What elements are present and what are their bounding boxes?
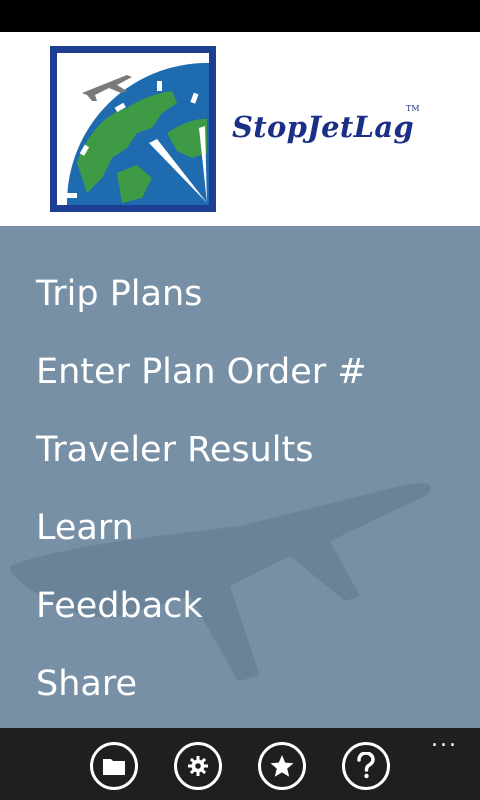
menu-item-learn[interactable]: Learn xyxy=(36,506,134,550)
brand-name: StopJetLag xyxy=(232,110,414,144)
main-menu-panel: Trip Plans Enter Plan Order # Traveler R… xyxy=(0,226,480,728)
folder-button[interactable] xyxy=(90,742,138,790)
settings-button[interactable] xyxy=(174,742,222,790)
status-bar xyxy=(0,0,480,32)
trademark-symbol: TM xyxy=(406,104,420,113)
menu-item-trip-plans[interactable]: Trip Plans xyxy=(36,272,202,316)
folder-icon xyxy=(103,759,125,775)
menu-item-traveler-results[interactable]: Traveler Results xyxy=(36,428,313,472)
star-icon xyxy=(270,755,294,777)
more-options-button[interactable]: ... xyxy=(431,729,458,751)
menu-item-feedback[interactable]: Feedback xyxy=(36,584,203,628)
menu-item-share[interactable]: Share xyxy=(36,662,137,706)
app-logo xyxy=(50,46,216,212)
app-bar: ... xyxy=(0,728,480,800)
help-button[interactable] xyxy=(342,742,390,790)
menu-item-enter-plan-order[interactable]: Enter Plan Order # xyxy=(36,350,367,394)
help-icon xyxy=(357,752,375,779)
app-header: StopJetLag TM xyxy=(0,32,480,226)
favorite-button[interactable] xyxy=(258,742,306,790)
gear-icon xyxy=(188,756,208,776)
